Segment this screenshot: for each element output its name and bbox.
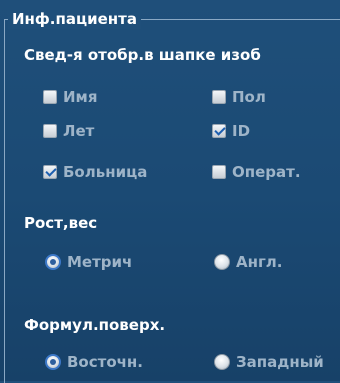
radio-western[interactable]: Западный (214, 352, 324, 372)
radio-label: Метрич (67, 253, 133, 271)
checkbox-age[interactable]: Лет (43, 121, 94, 141)
checkbox-label: Имя (63, 88, 98, 106)
checkbox-name[interactable]: Имя (43, 87, 97, 107)
checkbox-label: ID (232, 122, 251, 140)
checkbox-sex[interactable]: Пол (212, 87, 266, 107)
radio-label: Восточн. (67, 353, 143, 371)
checkbox-box-checked[interactable] (43, 165, 57, 179)
radio-label: Западный (236, 353, 324, 371)
checkbox-box[interactable] (43, 90, 57, 104)
radio-button-selected[interactable] (45, 254, 61, 270)
bsa-formula-section-title: Формул.поверх. (24, 316, 166, 334)
radio-label: Англ. (236, 253, 283, 271)
checkbox-label: Лет (63, 122, 95, 140)
header-info-section-title: Свед-я отобр.в шапке изоб (24, 46, 261, 64)
checkbox-label: Операт. (232, 163, 301, 181)
checkbox-label: Пол (232, 88, 266, 106)
checkbox-box-checked[interactable] (212, 124, 226, 138)
radio-oriental[interactable]: Восточн. (45, 352, 143, 372)
checkbox-operator[interactable]: Операт. (212, 162, 301, 182)
checkbox-box[interactable] (212, 90, 226, 104)
checkbox-hospital[interactable]: Больница (43, 162, 147, 182)
checkbox-id[interactable]: ID (212, 121, 250, 141)
radio-button[interactable] (214, 254, 230, 270)
radio-english[interactable]: Англ. (214, 252, 283, 272)
group-box-title: Инф.пациента (8, 9, 141, 29)
radio-button[interactable] (214, 354, 230, 370)
checkbox-label: Больница (63, 163, 148, 181)
checkbox-box[interactable] (43, 124, 57, 138)
radio-metric[interactable]: Метрич (45, 252, 132, 272)
radio-button-selected[interactable] (45, 354, 61, 370)
patient-info-panel: Инф.пациента Свед-я отобр.в шапке изоб И… (0, 0, 340, 383)
height-weight-section-title: Рост,вес (24, 214, 98, 232)
checkbox-box[interactable] (212, 165, 226, 179)
